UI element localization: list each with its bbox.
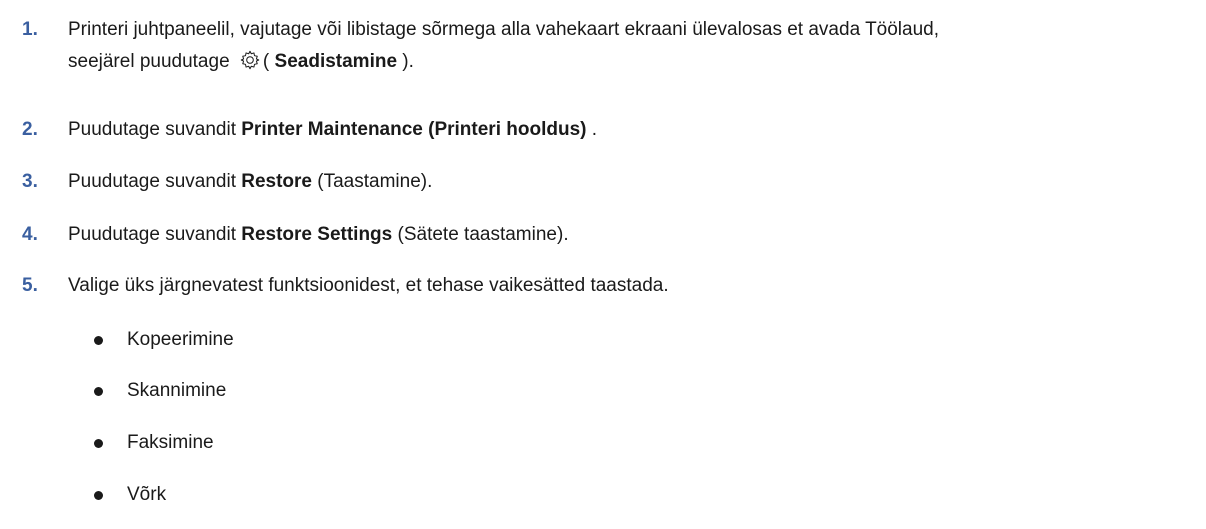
step-text-fragment: Puudutage suvandit — [68, 171, 242, 192]
bullet-icon — [94, 336, 103, 345]
step-bold-term: Printer Maintenance (Printeri hooldus) — [241, 119, 587, 140]
bullet-icon — [94, 439, 103, 448]
step-bold-term: Seadistamine — [274, 51, 398, 72]
list-item-label: Võrk — [127, 484, 167, 505]
step-number: 5. — [22, 275, 38, 296]
step-text-fragment: . — [586, 119, 598, 140]
step-text: Valige üks järgnevatest funktsioonidest,… — [68, 275, 669, 296]
list-item-label: Skannimine — [127, 380, 227, 401]
step-bold-term: Restore — [241, 171, 312, 192]
step-text: Puudutage suvandit Printer Maintenance (… — [68, 114, 1198, 146]
step-text-fragment: ). — [397, 51, 414, 72]
step-text: Puudutage suvandit Restore Settings (Sät… — [68, 219, 1198, 251]
gear-icon — [239, 49, 261, 71]
step-text: Printeri juhtpaneelil, vajutage või libi… — [68, 14, 1198, 78]
step-text-fragment: (Sätete taastamine). — [392, 224, 569, 245]
bullet-icon — [94, 387, 103, 396]
step-text-fragment: seejärel puudutage — [68, 51, 235, 72]
step-number: 2. — [22, 119, 38, 140]
step-number: 3. — [22, 171, 38, 192]
step-line: Printeri juhtpaneelil, vajutage või libi… — [68, 19, 940, 40]
step-number: 1. — [22, 19, 38, 40]
step-text: Puudutage suvandit Restore (Taastamine). — [68, 166, 1198, 198]
step-number: 4. — [22, 224, 38, 245]
list-item-label: Faksimine — [127, 432, 214, 453]
step-text-fragment: (Taastamine). — [312, 171, 433, 192]
step-text-fragment: Puudutage suvandit — [68, 224, 242, 245]
step-text-fragment: ( — [262, 51, 275, 72]
step-text-fragment: Puudutage suvandit — [68, 119, 242, 140]
bullet-icon — [94, 491, 103, 500]
step-bold-term: Restore Settings — [241, 224, 393, 245]
step-line: seejärel puudutage ( Seadistamine ). — [68, 46, 1198, 78]
list-item-label: Kopeerimine — [127, 329, 234, 350]
